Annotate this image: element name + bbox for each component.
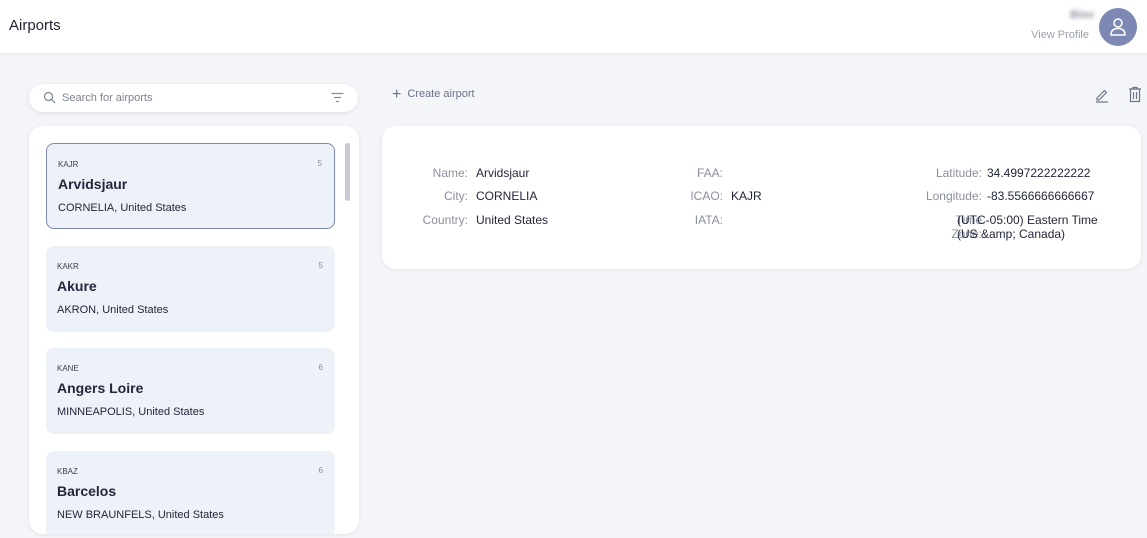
iata-label: IATA: <box>694 213 723 227</box>
search-icon <box>43 91 56 104</box>
airport-name: Arvidsjaur <box>58 176 128 192</box>
airport-location: AKRON, United States <box>57 304 169 316</box>
airport-count: 6 <box>318 363 323 372</box>
top-header: Airports Biso View Profile <box>0 0 1147 54</box>
country-label: Country: <box>422 213 468 227</box>
airport-list: KAJR 5 Arvidsjaur CORNELIA, United State… <box>29 126 359 534</box>
airport-card-kakr[interactable]: KAKR 5 Akure AKRON, United States <box>46 246 335 332</box>
longitude-label: Longitude: <box>925 189 982 203</box>
airport-code: KAKR <box>57 262 79 271</box>
list-scrollbar[interactable] <box>345 143 350 201</box>
avatar[interactable] <box>1099 8 1137 46</box>
airport-code: KANE <box>57 364 79 373</box>
airport-card-kajr[interactable]: KAJR 5 Arvidsjaur CORNELIA, United State… <box>46 143 335 229</box>
airport-code: KBAZ <box>57 467 78 476</box>
create-airport-button[interactable]: + Create airport <box>392 85 475 103</box>
create-airport-label: Create airport <box>407 88 475 100</box>
name-label: Name: <box>432 166 468 180</box>
profile-name: Biso <box>1070 9 1094 21</box>
city-value: CORNELIA <box>476 189 538 203</box>
airport-detail: Name: Arvidsjaur City: CORNELIA Country:… <box>382 126 1141 269</box>
icao-label: ICAO: <box>690 189 723 203</box>
trash-icon[interactable] <box>1128 86 1142 103</box>
airport-location: MINNEAPOLIS, United States <box>57 406 205 418</box>
country-value: United States <box>476 213 549 227</box>
city-label: City: <box>444 189 468 203</box>
airport-card-kbaz[interactable]: KBAZ 6 Barcelos NEW BRAUNFELS, United St… <box>46 451 335 534</box>
page-title: Airports <box>9 17 61 34</box>
search-box <box>29 84 358 112</box>
airport-location: CORNELIA, United States <box>58 202 187 214</box>
view-profile-link[interactable]: View Profile <box>1031 29 1089 41</box>
latitude-value: 34.4997222222222 <box>987 166 1091 180</box>
timezone-value-line2: (US &amp; Canada) <box>957 227 1066 241</box>
timezone-value-line1: (UTC-05:00) Eastern Time <box>957 213 1098 227</box>
faa-label: FAA: <box>696 166 723 180</box>
airport-count: 5 <box>317 159 322 168</box>
user-icon <box>1110 18 1126 36</box>
search-input[interactable] <box>62 89 322 107</box>
airport-name: Akure <box>57 278 97 294</box>
plus-icon: + <box>392 85 402 103</box>
name-value: Arvidsjaur <box>476 166 530 180</box>
airport-count: 5 <box>318 261 323 270</box>
airport-location: NEW BRAUNFELS, United States <box>57 509 224 521</box>
latitude-label: Latitude: <box>935 166 982 180</box>
airport-count: 6 <box>318 466 323 475</box>
airport-card-kane[interactable]: KANE 6 Angers Loire MINNEAPOLIS, United … <box>46 348 335 434</box>
airport-code: KAJR <box>58 160 79 169</box>
airport-name: Angers Loire <box>57 380 144 396</box>
longitude-value: -83.5566666666667 <box>987 189 1095 203</box>
filter-icon[interactable] <box>331 92 344 103</box>
icao-value: KAJR <box>731 189 762 203</box>
edit-icon[interactable] <box>1094 87 1110 103</box>
airport-name: Barcelos <box>57 483 117 499</box>
